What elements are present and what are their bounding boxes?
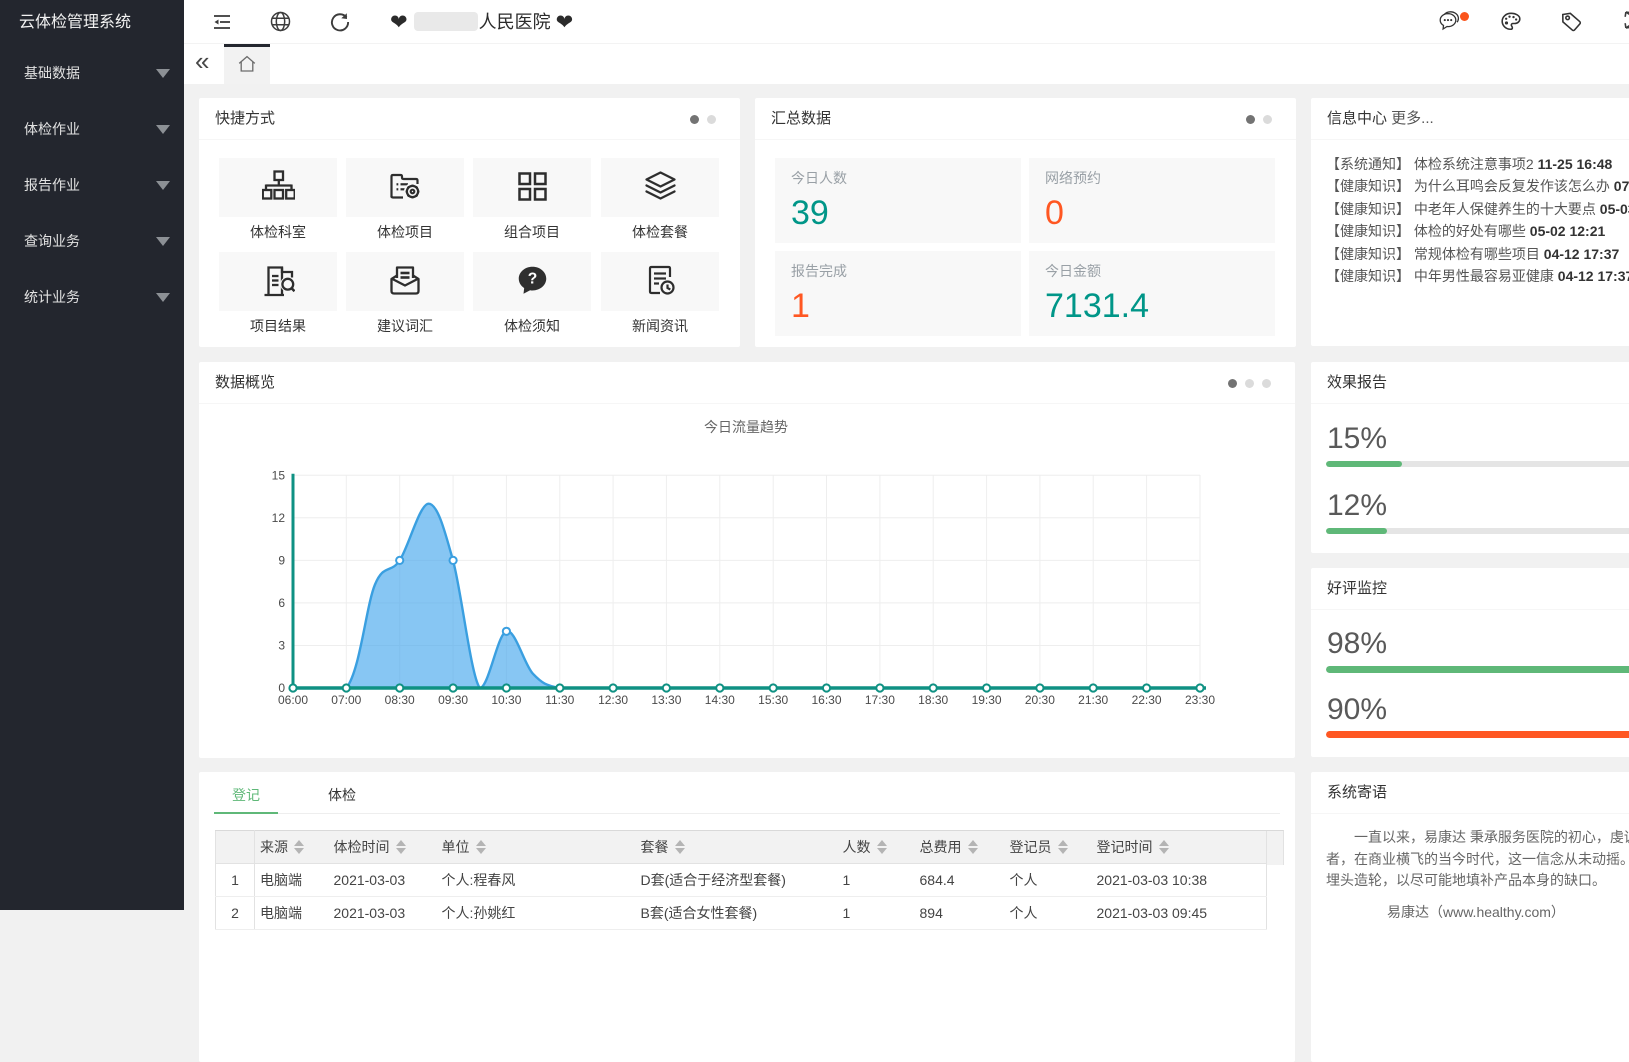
- svg-text:09:30: 09:30: [438, 693, 468, 707]
- svg-text:19:30: 19:30: [972, 693, 1002, 707]
- svg-text:11:30: 11:30: [545, 693, 574, 707]
- svg-text:15:30: 15:30: [758, 693, 788, 707]
- svg-text:12: 12: [272, 511, 286, 525]
- svg-text:06:00: 06:00: [278, 693, 308, 707]
- svg-text:23:30: 23:30: [1185, 693, 1215, 707]
- svg-text:21:30: 21:30: [1078, 693, 1108, 707]
- svg-text:6: 6: [278, 596, 285, 610]
- svg-text:07:00: 07:00: [331, 693, 361, 707]
- svg-text:?: ?: [527, 271, 537, 288]
- svg-text:17:30: 17:30: [865, 693, 895, 707]
- svg-text:22:30: 22:30: [1132, 693, 1162, 707]
- svg-text:12:30: 12:30: [598, 693, 628, 707]
- svg-text:3: 3: [278, 639, 285, 653]
- svg-text:10:30: 10:30: [491, 693, 521, 707]
- svg-text:13:30: 13:30: [651, 693, 681, 707]
- svg-text:16:30: 16:30: [811, 693, 841, 707]
- svg-text:20:30: 20:30: [1025, 693, 1055, 707]
- svg-text:18:30: 18:30: [918, 693, 948, 707]
- svg-text:08:30: 08:30: [385, 693, 415, 707]
- svg-text:9: 9: [278, 553, 285, 567]
- svg-text:15: 15: [272, 468, 286, 482]
- svg-text:今日流量趋势: 今日流量趋势: [704, 419, 788, 435]
- svg-text:14:30: 14:30: [705, 693, 735, 707]
